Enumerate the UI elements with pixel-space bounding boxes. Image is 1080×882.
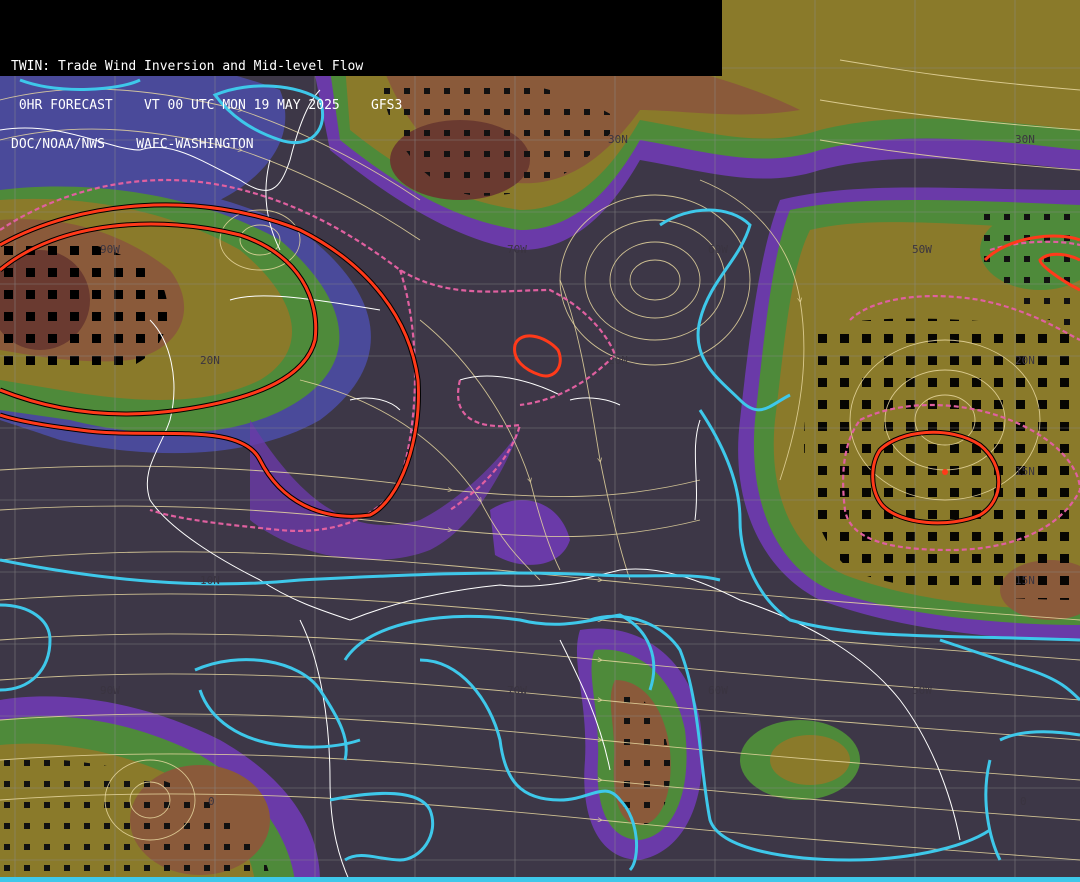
grid-label: 90W [100,243,120,256]
grid-label: 30N [1015,133,1035,146]
grid-label: 50W [912,684,932,697]
grid-label: 20N [608,354,628,367]
grid-label: 15N [1015,465,1035,478]
issuing-agency: DOC/NOAA/NWS WAFC-WASHINGTON [11,137,254,152]
grid-label: 70W [507,684,527,697]
bottom-border [0,877,1080,882]
grid-label: 0 [1020,795,1027,808]
grid-label: 0 [208,795,215,808]
grid-label: 90W [100,684,120,697]
product-title: TWIN: Trade Wind Inversion and Mid-level… [11,59,364,74]
grid-label: 20N [200,354,220,367]
product-header: TWIN: Trade Wind Inversion and Mid-level… [0,0,722,151]
grid-label: 60W [708,684,728,697]
forecast-valid-time: 0HR FORECAST VT 00 UTC MON 19 MAY 2025 G… [11,98,403,113]
grid-label: 10N [200,574,220,587]
grid-label: 20N [1015,354,1035,367]
grid-label: 60W [708,243,728,256]
grid-label: 70W [507,243,527,256]
grid-label: 50W [912,243,932,256]
grid-label: 15N [1015,574,1035,587]
